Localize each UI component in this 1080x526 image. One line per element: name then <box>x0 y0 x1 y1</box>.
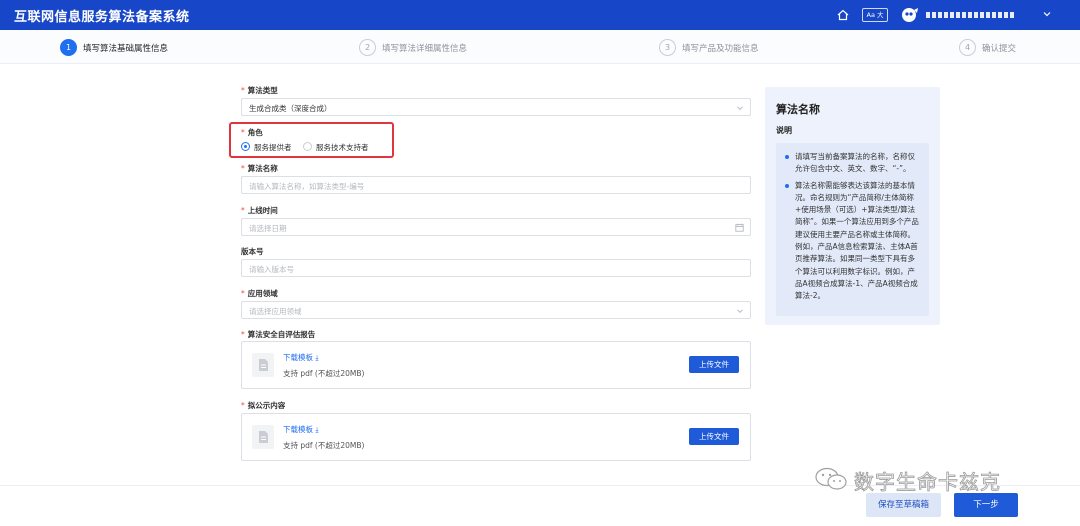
file-format-hint: 支持 pdf (不超过20MB) <box>283 369 365 378</box>
step-label: 填写算法基础属性信息 <box>83 44 169 54</box>
input-placeholder: 请选择日期 <box>249 224 287 233</box>
file-format-hint: 支持 pdf (不超过20MB) <box>283 441 365 450</box>
launch-time-label: * 上线时间 <box>241 206 278 215</box>
algorithm-name-input[interactable]: 请输入算法名称，如算法类型-编号 <box>241 176 751 194</box>
upload-file-button[interactable]: 上传文件 <box>689 428 739 445</box>
help-item: 请填写当前备案算法的名称，名称仅允许包含中文、英文、数字、“-”。 <box>784 151 921 176</box>
algorithm-name-label: * 算法名称 <box>241 164 278 173</box>
next-step-button[interactable]: 下一步 <box>954 493 1018 517</box>
user-name-masked[interactable] <box>926 10 1032 20</box>
version-input[interactable]: 请输入版本号 <box>241 259 751 277</box>
radio-label: 服务提供者 <box>254 143 292 152</box>
step-number: 4 <box>959 39 976 56</box>
radio-label: 服务技术支持者 <box>316 143 369 152</box>
algorithm-type-value: 生成合成类（深度合成） <box>249 104 332 113</box>
step-label: 确认提交 <box>982 44 1017 54</box>
steps-bar: 1 填写算法基础属性信息 2 填写算法详细属性信息 3 填写产品及功能信息 4 … <box>0 30 1080 64</box>
calendar-icon <box>735 223 744 232</box>
wechat-logo-icon <box>815 467 847 490</box>
input-placeholder: 请选择应用领域 <box>249 307 302 316</box>
application-domain-select[interactable]: 请选择应用领域 <box>241 301 751 319</box>
help-item: 算法名称需能够表达该算法的基本情况。命名规则为“产品简称/主体简称+使用场景（可… <box>784 180 921 303</box>
input-placeholder: 请输入版本号 <box>249 265 294 274</box>
public-content-upload: 下载模板 ⤓ 支持 pdf (不超过20MB) 上传文件 <box>241 413 751 461</box>
algorithm-type-select[interactable]: 生成合成类（深度合成） <box>241 98 751 116</box>
radio-checked-icon <box>241 142 250 151</box>
font-size-toggle[interactable]: Aa 大 <box>862 8 888 22</box>
top-bar: 互联网信息服务算法备案系统 Aa 大 <box>0 0 1080 30</box>
chevron-down-icon <box>737 309 743 314</box>
step-number: 3 <box>659 39 676 56</box>
download-template-link[interactable]: 下载模板 ⤓ <box>283 424 319 435</box>
download-template-link[interactable]: 下载模板 ⤓ <box>283 352 319 363</box>
help-panel-subtitle: 说明 <box>776 126 792 135</box>
file-icon <box>252 425 274 449</box>
application-domain-label: * 应用领域 <box>241 289 278 298</box>
help-panel: 算法名称 说明 请填写当前备案算法的名称，名称仅允许包含中文、英文、数字、“-”… <box>765 87 940 325</box>
step-number: 2 <box>359 39 376 56</box>
algorithm-type-label: * 算法类型 <box>241 86 278 95</box>
step-number: 1 <box>60 39 77 56</box>
self-assessment-upload: 下载模板 ⤓ 支持 pdf (不超过20MB) 上传文件 <box>241 341 751 389</box>
chevron-down-icon[interactable] <box>1041 8 1053 20</box>
help-panel-body: 请填写当前备案算法的名称，名称仅允许包含中文、英文、数字、“-”。 算法名称需能… <box>776 143 929 316</box>
public-content-label: * 拟公示内容 <box>241 401 286 410</box>
avatar-icon[interactable] <box>900 6 920 24</box>
upload-file-button[interactable]: 上传文件 <box>689 356 739 373</box>
version-label: 版本号 <box>241 247 264 256</box>
role-label: * 角色 <box>241 128 263 137</box>
chevron-down-icon <box>737 106 743 111</box>
save-draft-button[interactable]: 保存至草稿箱 <box>866 493 941 517</box>
step-label: 填写产品及功能信息 <box>682 44 759 54</box>
step-label: 填写算法详细属性信息 <box>382 44 468 54</box>
help-panel-title: 算法名称 <box>776 103 820 116</box>
file-icon <box>252 353 274 377</box>
app-title: 互联网信息服务算法备案系统 <box>14 10 190 25</box>
self-assessment-label: * 算法安全自评估报告 <box>241 330 316 339</box>
radio-unchecked-icon <box>303 142 312 151</box>
watermark-text: 数字生命卡兹克 <box>854 470 1001 495</box>
input-placeholder: 请输入算法名称，如算法类型-编号 <box>249 182 365 191</box>
launch-time-picker[interactable]: 请选择日期 <box>241 218 751 236</box>
home-icon[interactable] <box>836 8 850 22</box>
